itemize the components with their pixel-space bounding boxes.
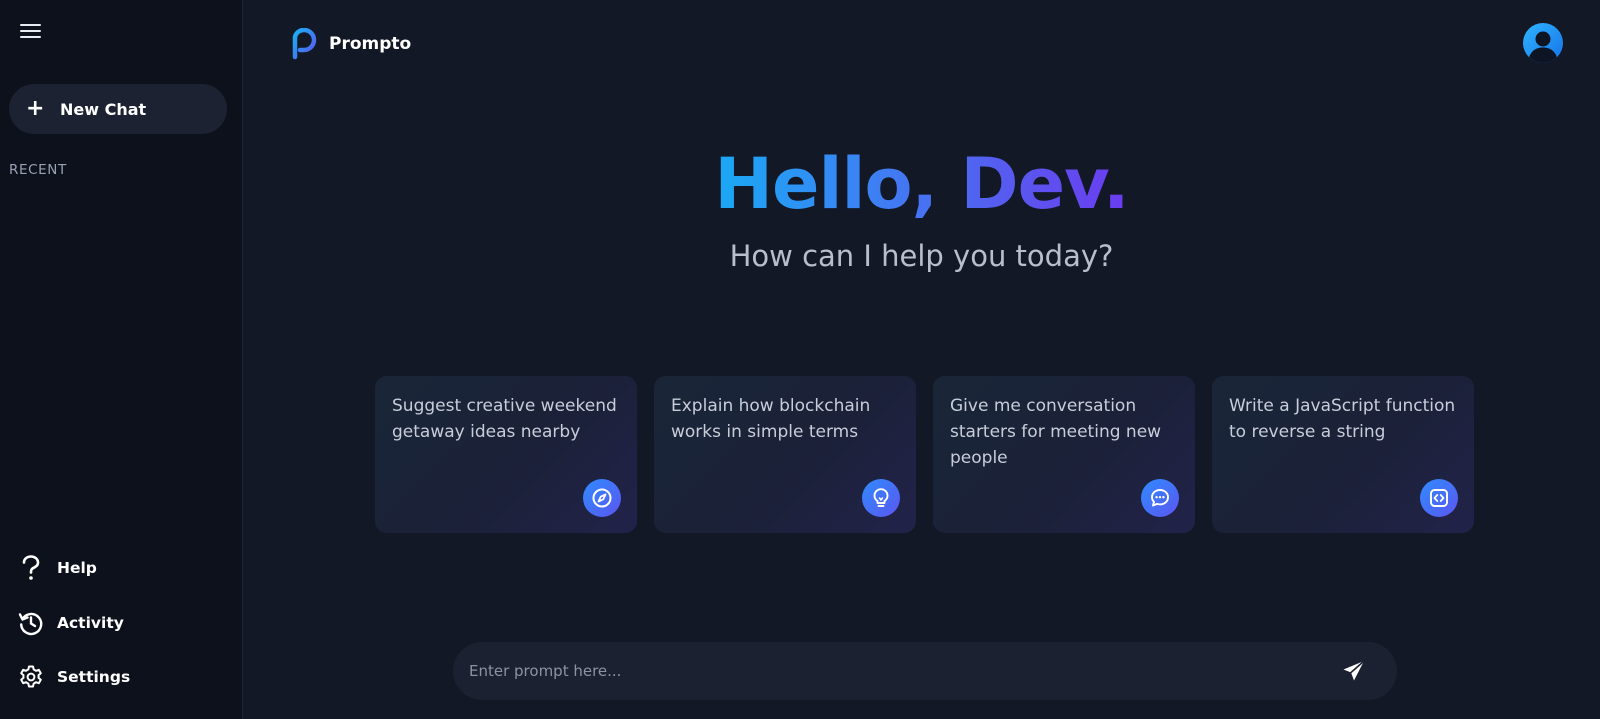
- suggestion-card-javascript[interactable]: Write a JavaScript function to reverse a…: [1212, 376, 1474, 533]
- help-icon: [17, 554, 45, 582]
- prompt-bar: [453, 642, 1397, 700]
- suggestion-card-text: Write a JavaScript function to reverse a…: [1229, 396, 1456, 442]
- help-label: Help: [57, 559, 97, 577]
- settings-label: Settings: [57, 668, 131, 686]
- suggestion-card-conversation[interactable]: Give me conversation starters for meetin…: [933, 376, 1195, 533]
- prompt-input[interactable]: [469, 642, 1289, 700]
- chat-bubble-icon: [1141, 479, 1179, 517]
- brand[interactable]: Prompto: [290, 27, 412, 60]
- history-icon: [17, 609, 45, 637]
- suggestion-card-text: Explain how blockchain works in simple t…: [671, 396, 871, 442]
- recent-heading: RECENT: [9, 162, 67, 178]
- logo-icon: [290, 27, 318, 60]
- new-chat-label: New Chat: [60, 99, 147, 119]
- activity-link[interactable]: Activity: [17, 609, 124, 637]
- greeting-text: Hello, Dev.: [714, 143, 1129, 225]
- sidebar: + New Chat RECENT Help Activity Settings: [0, 0, 243, 719]
- greeting-title: Hello, Dev.: [243, 146, 1600, 223]
- suggestion-card-blockchain[interactable]: Explain how blockchain works in simple t…: [654, 376, 916, 533]
- suggestion-card-text: Suggest creative weekend getaway ideas n…: [392, 396, 617, 442]
- send-icon[interactable]: [1341, 658, 1367, 684]
- help-link[interactable]: Help: [17, 554, 97, 582]
- code-icon: [1420, 479, 1458, 517]
- plus-icon: +: [26, 96, 45, 121]
- menu-icon[interactable]: [18, 20, 44, 42]
- suggestion-card-text: Give me conversation starters for meetin…: [950, 396, 1162, 468]
- activity-label: Activity: [57, 614, 124, 632]
- suggestion-card-getaway[interactable]: Suggest creative weekend getaway ideas n…: [375, 376, 637, 533]
- gear-icon: [17, 663, 45, 691]
- lightbulb-icon: [862, 479, 900, 517]
- compass-icon: [583, 479, 621, 517]
- user-icon: [1528, 31, 1558, 63]
- settings-link[interactable]: Settings: [17, 663, 130, 691]
- greeting-subtitle: How can I help you today?: [729, 239, 1114, 273]
- user-avatar[interactable]: [1523, 23, 1563, 63]
- app-name: Prompto: [329, 34, 412, 54]
- new-chat-button[interactable]: + New Chat: [9, 84, 227, 134]
- app-root: + New Chat RECENT Help Activity Settings…: [0, 0, 1600, 719]
